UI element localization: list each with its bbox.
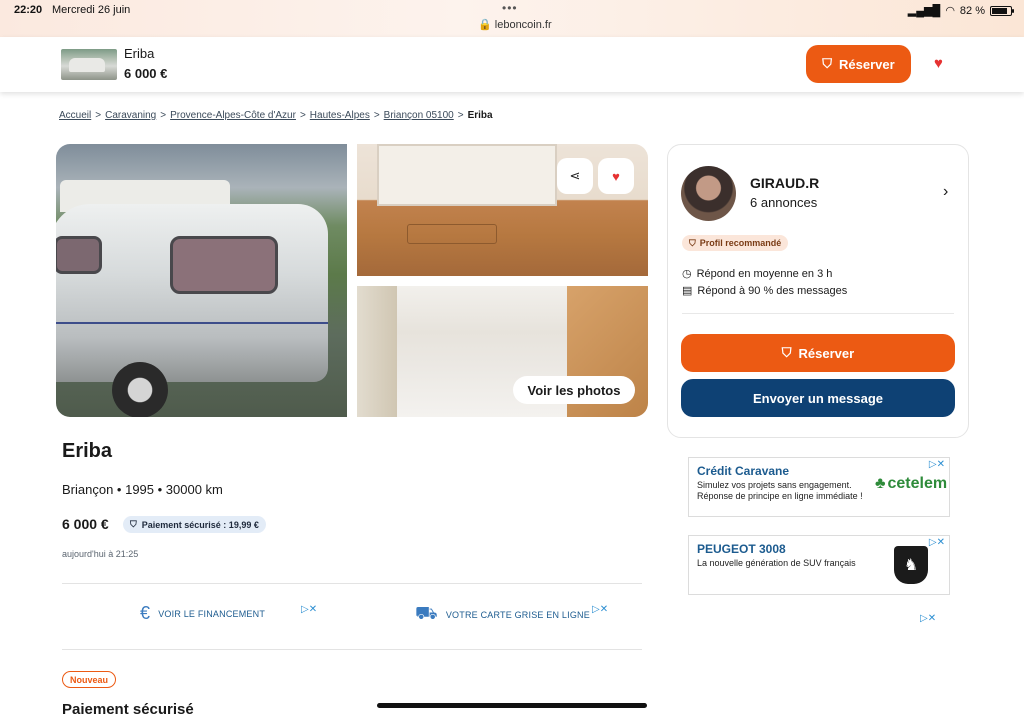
main-photo[interactable] [56,144,347,417]
listing-title: Eriba [62,440,113,462]
cetelem-logo: ♣ cetelem [875,475,947,493]
seller-name[interactable]: GIRAUD.R [750,175,819,191]
battery-percent: 82 % [959,4,985,17]
peugeot-logo-icon: ♞ [894,546,928,584]
divider [62,583,642,584]
breadcrumb-item-caravaning[interactable]: Caravaning [105,110,156,121]
registration-label: VOTRE CARTE GRISE EN LIGNE [445,610,590,620]
response-rate-text: Répond à 90 % des messages [697,284,848,297]
status-date: Mercredi 26 juin [52,4,131,16]
reserve-button[interactable]: ⛉ Réserver [681,334,955,372]
reserve-label: Réserver [798,345,855,361]
chevron-right-icon[interactable]: › [943,183,948,201]
new-badge: Nouveau [62,671,117,688]
signal-icon: ▂▄▆█ [907,5,941,17]
browser-url[interactable]: 🔒 leboncoin.fr [478,18,552,31]
adchoices-icon[interactable]: ▷✕ [929,459,945,470]
registration-link[interactable]: ⛟ VOTRE CARTE GRISE EN LIGNE [415,603,590,627]
status-time: 22:20 [14,4,43,16]
breadcrumb-item-region[interactable]: Provence-Alpes-Côte d'Azur [170,110,296,121]
photo-gallery: ⋖ ♥ Voir les photos [56,144,648,417]
sticky-header: Eriba 6 000 € ⛉ Réserver ♥ [0,37,1024,92]
battery-icon [990,5,1014,16]
header-reserve-label: Réserver [839,56,895,72]
listing-meta: Briançon • 1995 • 30000 km [62,482,223,497]
recommended-profile-badge: ⛉ Profil recommandé [682,235,789,251]
shield-icon: ⛉ [130,519,137,529]
caravan-stripe [56,322,328,324]
car-icon: ⛟ [415,603,438,623]
caravan-window [56,236,102,274]
heart-icon: ♥ [612,168,620,184]
breadcrumb-separator: > [95,110,102,121]
cetelem-leaf-icon: ♣ [875,475,886,492]
clock-icon: ◷ [682,268,692,280]
shield-icon: ⛉ [822,56,833,71]
response-rate: ▤ Répond à 90 % des messages [682,284,848,298]
favorite-heart-icon[interactable]: ♥ [934,55,943,72]
breadcrumb-item-accueil[interactable]: Accueil [59,110,91,121]
status-indicators: ▂▄▆█ ◠ 82 % [907,4,1014,17]
ad-title: Crédit Caravane [697,464,790,478]
secure-payment-badge: ⛉ Paiement sécurisé : 19,99 € [123,516,266,533]
listing-date: aujourd'hui à 21:25 [62,549,139,559]
share-button[interactable]: ⋖ [557,158,593,194]
ad-text: La nouvelle génération de SUV français [697,558,856,568]
section-title: Paiement sécurisé [62,701,194,718]
response-time: ◷ Répond en moyenne en 3 h [682,267,833,281]
drawer [407,224,497,244]
euro-icon: € [140,603,151,623]
message-icon: ▤ [682,285,693,297]
response-time-text: Répond en moyenne en 3 h [696,267,833,280]
header-price: 6 000 € [124,66,168,81]
ad-credit-caravane[interactable]: Crédit Caravane Simulez vos projets sans… [688,457,950,517]
recommended-profile-text: Profil recommandé [699,238,782,248]
favorite-button[interactable]: ♥ [598,158,634,194]
adchoices-icon[interactable]: ▷✕ [592,604,608,615]
wifi-icon: ◠ [945,5,955,17]
curtain [357,286,397,417]
listing-thumbnail[interactable] [61,49,117,80]
breadcrumb-separator: > [160,110,167,121]
shield-icon: ⛉ [689,237,696,248]
breadcrumb-item-city[interactable]: Briançon 05100 [384,110,454,121]
cetelem-wordmark: cetelem [887,475,948,492]
view-photos-button[interactable]: Voir les photos [513,376,635,404]
divider [62,649,642,650]
financing-label: VOIR LE FINANCEMENT [158,608,266,619]
caravan-wheel [112,362,168,417]
caravan-window [170,236,278,294]
adchoices-icon[interactable]: ▷✕ [920,613,936,624]
shield-icon: ⛉ [781,345,792,360]
seller-card: GIRAUD.R 6 annonces › ⛉ Profil recommand… [667,144,969,438]
adchoices-icon[interactable]: ▷✕ [301,604,317,615]
more-dots-icon[interactable]: ••• [502,1,518,15]
header-reserve-button[interactable]: ⛉ Réserver [806,45,911,83]
financing-link[interactable]: € VOIR LE FINANCEMENT [140,603,265,624]
breadcrumb: Accueil > Caravaning > Provence-Alpes-Cô… [59,110,493,121]
home-indicator[interactable] [377,703,647,708]
status-bar: 22:20 Mercredi 26 juin ••• 🔒 leboncoin.f… [0,0,1024,37]
share-icon: ⋖ [569,168,581,183]
ad-text: Simulez vos projets sans engagement. Rép… [697,480,863,501]
adchoices-icon[interactable]: ▷✕ [929,537,945,548]
divider [682,313,954,314]
secure-payment-text: Paiement sécurisé : 19,99 € [141,519,259,530]
listing-price: 6 000 € [62,516,109,532]
cabinet [377,144,557,206]
breadcrumb-separator: > [373,110,380,121]
header-title: Eriba [124,46,155,61]
ad-title: PEUGEOT 3008 [697,542,786,556]
seller-ads-count[interactable]: 6 annonces [750,195,817,210]
breadcrumb-item-department[interactable]: Hautes-Alpes [310,110,370,121]
ad-peugeot-3008[interactable]: PEUGEOT 3008 La nouvelle génération de S… [688,535,950,595]
breadcrumb-separator: > [457,110,464,121]
url-text: leboncoin.fr [494,19,552,31]
avatar[interactable] [681,166,736,221]
breadcrumb-separator: > [299,110,306,121]
send-message-button[interactable]: Envoyer un message [681,379,955,417]
breadcrumb-current: Eriba [467,110,493,121]
